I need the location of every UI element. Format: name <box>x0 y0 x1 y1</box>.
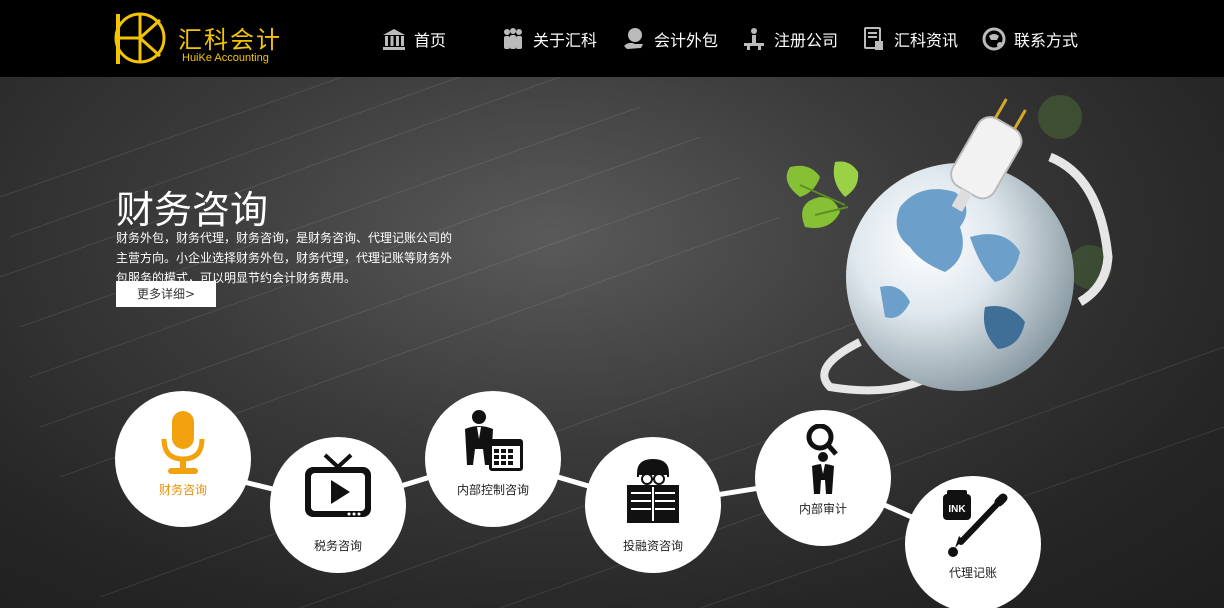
reader-newspaper-icon <box>585 459 721 529</box>
person-desk-icon <box>740 25 768 53</box>
service-label: 投融资咨询 <box>622 539 683 553</box>
nav-item-news[interactable]: 汇科资讯 <box>860 24 958 54</box>
nav-item-about[interactable]: 关于汇科 <box>499 24 597 54</box>
ink-pen-icon: INK <box>905 490 1041 560</box>
nav-item-company-registration[interactable]: 注册公司 <box>740 24 838 54</box>
site-header: 汇科会计 HuiKe Accounting 首页 关于汇科 会计外包 注册公司 … <box>0 0 1224 77</box>
phone-icon <box>980 25 1008 53</box>
magnifier-person-icon <box>755 424 891 494</box>
microphone-icon <box>115 411 251 481</box>
nav-label: 首页 <box>414 31 447 50</box>
svg-text:INK: INK <box>948 504 966 515</box>
main-nav: 首页 关于汇科 会计外包 注册公司 汇科资讯 联系方式 <box>0 0 1224 77</box>
service-label: 财务咨询 <box>158 483 207 497</box>
service-financial-consulting[interactable]: 财务咨询 <box>115 391 251 527</box>
service-label: 税务咨询 <box>313 539 362 553</box>
document-hand-icon <box>860 25 888 53</box>
hero-banner: 财务咨询 财务外包，财务代理，财务咨询，是财务咨询、代理记账公司的主营方向。小企… <box>0 77 1224 608</box>
nav-item-accounting-outsourcing[interactable]: 会计外包 <box>620 24 718 54</box>
nav-label: 联系方式 <box>1014 31 1079 50</box>
nav-item-home[interactable]: 首页 <box>380 24 446 54</box>
nav-label: 关于汇科 <box>533 31 598 50</box>
service-label: 内部控制咨询 <box>456 483 529 497</box>
nav-item-contact[interactable]: 联系方式 <box>980 24 1078 54</box>
service-label: 内部审计 <box>798 502 847 516</box>
service-tax-consulting[interactable]: 税务咨询 <box>270 437 406 573</box>
businessman-calendar-icon <box>425 409 561 479</box>
service-internal-control-consulting[interactable]: 内部控制咨询 <box>425 391 561 527</box>
nav-label: 汇科资讯 <box>894 31 959 50</box>
hand-globe-icon <box>620 25 648 53</box>
service-internal-audit[interactable]: 内部审计 <box>755 410 891 546</box>
people-icon <box>499 25 527 53</box>
tv-play-icon <box>270 453 406 523</box>
home-icon <box>380 25 408 53</box>
nav-label: 会计外包 <box>654 31 719 50</box>
service-label: 代理记账 <box>948 566 997 580</box>
service-investment-financing-consulting[interactable]: 投融资咨询 <box>585 437 721 573</box>
service-bookkeeping-agency[interactable]: INK 代理记账 <box>905 476 1041 608</box>
nav-label: 注册公司 <box>774 31 839 50</box>
